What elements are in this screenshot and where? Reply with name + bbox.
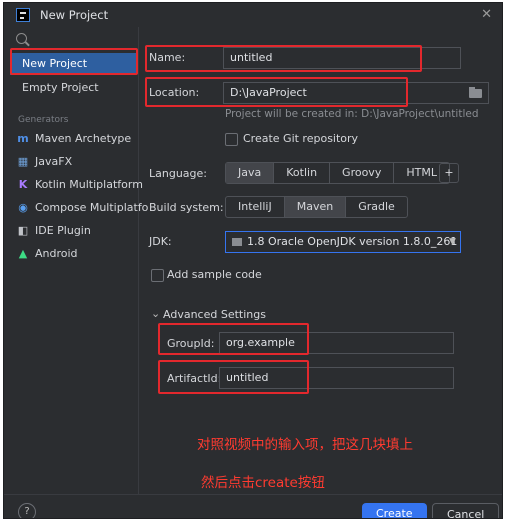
title-bar: New Project ✕ — [4, 3, 502, 27]
build-system-label: Build system: — [149, 201, 224, 214]
create-git-label: Create Git repository — [243, 132, 359, 145]
create-git-checkbox[interactable] — [225, 133, 238, 146]
generator-javafx[interactable]: ▦ JavaFX — [16, 152, 72, 172]
chevron-down-icon[interactable]: ▼ — [449, 237, 456, 247]
help-icon[interactable]: ? — [18, 503, 36, 518]
generator-label: IDE Plugin — [35, 224, 91, 237]
advanced-settings-toggle[interactable]: Advanced Settings — [163, 308, 266, 321]
location-hint: Project will be created in: D:\JavaProje… — [225, 108, 479, 120]
build-option-gradle[interactable]: Gradle — [346, 197, 407, 217]
create-button[interactable]: Create — [362, 503, 427, 518]
language-selector: Java Kotlin Groovy HTML — [225, 162, 450, 184]
generator-android[interactable]: ▲ Android — [16, 244, 78, 264]
highlight-name-field — [145, 45, 422, 72]
generator-label: Android — [35, 247, 78, 260]
jdk-folder-icon — [232, 238, 242, 246]
highlight-location-field — [145, 77, 408, 107]
close-icon[interactable]: ✕ — [481, 7, 492, 22]
build-system-selector: IntelliJ Maven Gradle — [225, 196, 408, 218]
generator-compose-multiplatform[interactable]: ◉ Compose Multiplatfo — [16, 198, 148, 218]
generator-ide-plugin[interactable]: ◧ IDE Plugin — [16, 221, 91, 241]
highlight-groupid-field — [158, 323, 309, 355]
cancel-button[interactable]: Cancel — [432, 503, 500, 518]
sidebar: New Project Empty Project Generators m Ma… — [4, 27, 332, 504]
language-option-kotlin[interactable]: Kotlin — [274, 163, 331, 183]
build-option-maven[interactable]: Maven — [284, 197, 347, 217]
language-label: Language: — [149, 167, 207, 180]
sidebar-item-empty-project[interactable]: Empty Project — [10, 77, 136, 99]
plugin-icon: ◧ — [17, 224, 29, 237]
kotlin-icon: K — [18, 178, 28, 191]
language-option-java[interactable]: Java — [226, 163, 275, 183]
generator-label: JavaFX — [35, 155, 73, 168]
advanced-chevron-icon[interactable]: ⌄ — [151, 307, 160, 320]
add-sample-code-checkbox[interactable] — [151, 269, 164, 282]
compose-icon: ◉ — [18, 201, 28, 214]
android-icon: ▲ — [18, 247, 28, 260]
new-project-dialog: New Project ✕ New Project Empty Project … — [3, 2, 503, 519]
add-sample-code-label: Add sample code — [167, 268, 262, 281]
generator-kotlin-multiplatform[interactable]: K Kotlin Multiplatform — [16, 175, 143, 195]
intellij-app-icon — [16, 8, 30, 22]
dialog-footer: ? Create Cancel — [4, 494, 502, 518]
instruction-annotation-line1: 对照视频中的输入项，把这几块填上 — [197, 437, 413, 453]
generators-heading: Generators — [18, 115, 69, 125]
highlight-artifactid-field — [158, 360, 309, 394]
jdk-label: JDK: — [149, 235, 172, 248]
build-option-intellij[interactable]: IntelliJ — [226, 197, 285, 217]
jdk-value: 1.8 Oracle OpenJDK version 1.8.0_261 — [247, 235, 458, 248]
instruction-annotation-line2: 然后点击create按钮 — [201, 475, 325, 491]
jdk-dropdown[interactable]: 1.8 Oracle OpenJDK version 1.8.0_261 — [225, 231, 461, 253]
generator-maven-archetype[interactable]: m Maven Archetype — [16, 129, 131, 149]
generator-label: Compose Multiplatfo — [35, 201, 149, 214]
language-option-groovy[interactable]: Groovy — [330, 163, 395, 183]
maven-icon: m — [17, 132, 29, 145]
add-language-button[interactable]: + — [439, 163, 459, 183]
folder-icon[interactable] — [469, 87, 482, 98]
javafx-icon: ▦ — [17, 155, 29, 168]
search-icon[interactable] — [16, 33, 27, 44]
generator-label: Kotlin Multiplatform — [35, 178, 143, 191]
dialog-title: New Project — [40, 8, 109, 22]
generator-label: Maven Archetype — [35, 132, 132, 145]
highlight-new-project — [10, 48, 138, 75]
